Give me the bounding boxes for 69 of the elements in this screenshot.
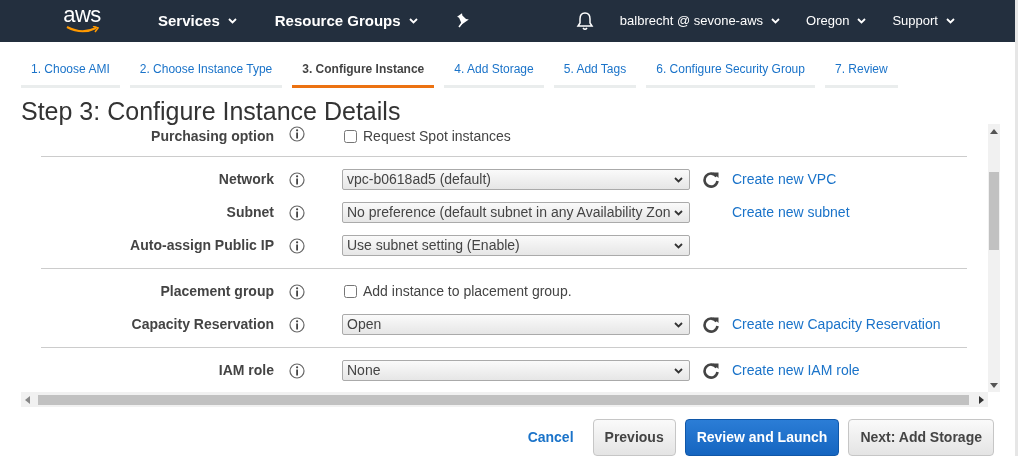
dropdown[interactable]: Open <box>342 314 690 335</box>
create-link[interactable]: Create new VPC <box>732 169 988 190</box>
scroll-left-arrow-icon[interactable] <box>25 395 30 404</box>
field-label: Network <box>217 170 274 189</box>
wizard-button[interactable]: Previous <box>592 419 676 456</box>
step-tab[interactable]: 6. Configure Security Group <box>646 55 815 88</box>
create-link[interactable]: Create new IAM role <box>732 360 988 381</box>
field-label: Subnet <box>225 203 274 222</box>
scroll-thumb[interactable] <box>989 172 999 250</box>
caret-icon <box>408 18 418 24</box>
nav-menu[interactable]: Oregon <box>806 11 867 31</box>
caret-icon <box>674 209 683 216</box>
field-label: Placement group <box>159 282 274 301</box>
launch-button[interactable]: Review and Launch <box>684 419 840 456</box>
caret-icon <box>227 18 237 24</box>
aws-logo[interactable]: aws <box>62 3 102 33</box>
caret-icon <box>857 18 867 24</box>
caret-icon <box>674 242 683 249</box>
caret-icon <box>674 176 683 183</box>
step-tab[interactable]: 2. Choose Instance Type <box>129 55 283 88</box>
cancel-link[interactable]: Cancel <box>527 427 574 448</box>
pin-icon[interactable] <box>455 13 470 29</box>
dropdown[interactable]: No preference (default subnet in any Availability Zon <box>342 202 690 223</box>
checkbox[interactable] <box>344 285 357 298</box>
scroll-down-arrow-icon[interactable] <box>990 383 998 388</box>
caret-icon <box>771 18 781 24</box>
info-icon[interactable] <box>289 237 305 254</box>
field-label: Purchasing option <box>150 127 274 146</box>
scroll-right-arrow-icon[interactable] <box>979 395 984 404</box>
create-link[interactable]: Create new subnet <box>732 202 988 223</box>
info-icon[interactable] <box>289 204 305 221</box>
step-tab[interactable]: 5. Add Tags <box>553 55 637 88</box>
step-tab[interactable]: 7. Review <box>824 55 898 88</box>
refresh-icon[interactable] <box>702 362 720 379</box>
caret-icon <box>946 18 955 24</box>
wizard-button[interactable]: Next: Add Storage <box>848 419 994 456</box>
dropdown[interactable]: None <box>342 360 690 381</box>
smile-icon <box>65 25 99 33</box>
field-label: Auto-assign Public IP <box>129 236 274 255</box>
step-tab[interactable]: 4. Add Storage <box>444 55 544 88</box>
nav-menu[interactable]: Services <box>158 9 237 33</box>
info-icon[interactable] <box>289 362 305 379</box>
nav-menu[interactable]: balbrecht @ sevone-aws <box>619 11 781 31</box>
info-icon[interactable] <box>289 316 305 333</box>
checkbox-label: Request Spot instances <box>363 127 511 146</box>
nav-menu[interactable]: Resource Groups <box>274 9 418 33</box>
info-icon[interactable] <box>289 126 305 142</box>
create-link[interactable]: Create new Capacity Reservation <box>732 314 988 335</box>
info-icon[interactable] <box>289 171 305 188</box>
checkbox-label: Add instance to placement group. <box>363 282 572 301</box>
field-label: Capacity Reservation <box>130 315 274 334</box>
refresh-icon[interactable] <box>702 171 720 188</box>
info-icon[interactable] <box>289 283 305 300</box>
horizontal-scrollbar[interactable] <box>21 392 988 407</box>
dropdown[interactable]: vpc-b0618ad5 (default) <box>342 169 690 190</box>
step-tab[interactable]: 1. Choose AMI <box>21 55 120 88</box>
vertical-scrollbar[interactable] <box>988 124 1000 392</box>
bell-icon[interactable] <box>575 11 594 31</box>
checkbox[interactable] <box>344 130 357 143</box>
caret-icon <box>674 321 683 328</box>
scroll-thumb[interactable] <box>38 394 969 405</box>
page-heading: Step 3: Configure Instance Details <box>20 99 402 124</box>
field-label: IAM role <box>217 361 274 380</box>
scroll-up-arrow-icon[interactable] <box>990 129 998 134</box>
nav-menu[interactable]: Support <box>892 11 955 31</box>
caret-icon <box>674 367 683 374</box>
refresh-icon[interactable] <box>702 316 720 333</box>
dropdown[interactable]: Use subnet setting (Enable) <box>342 235 690 256</box>
step-tab[interactable]: 3. Configure Instance <box>292 55 435 88</box>
